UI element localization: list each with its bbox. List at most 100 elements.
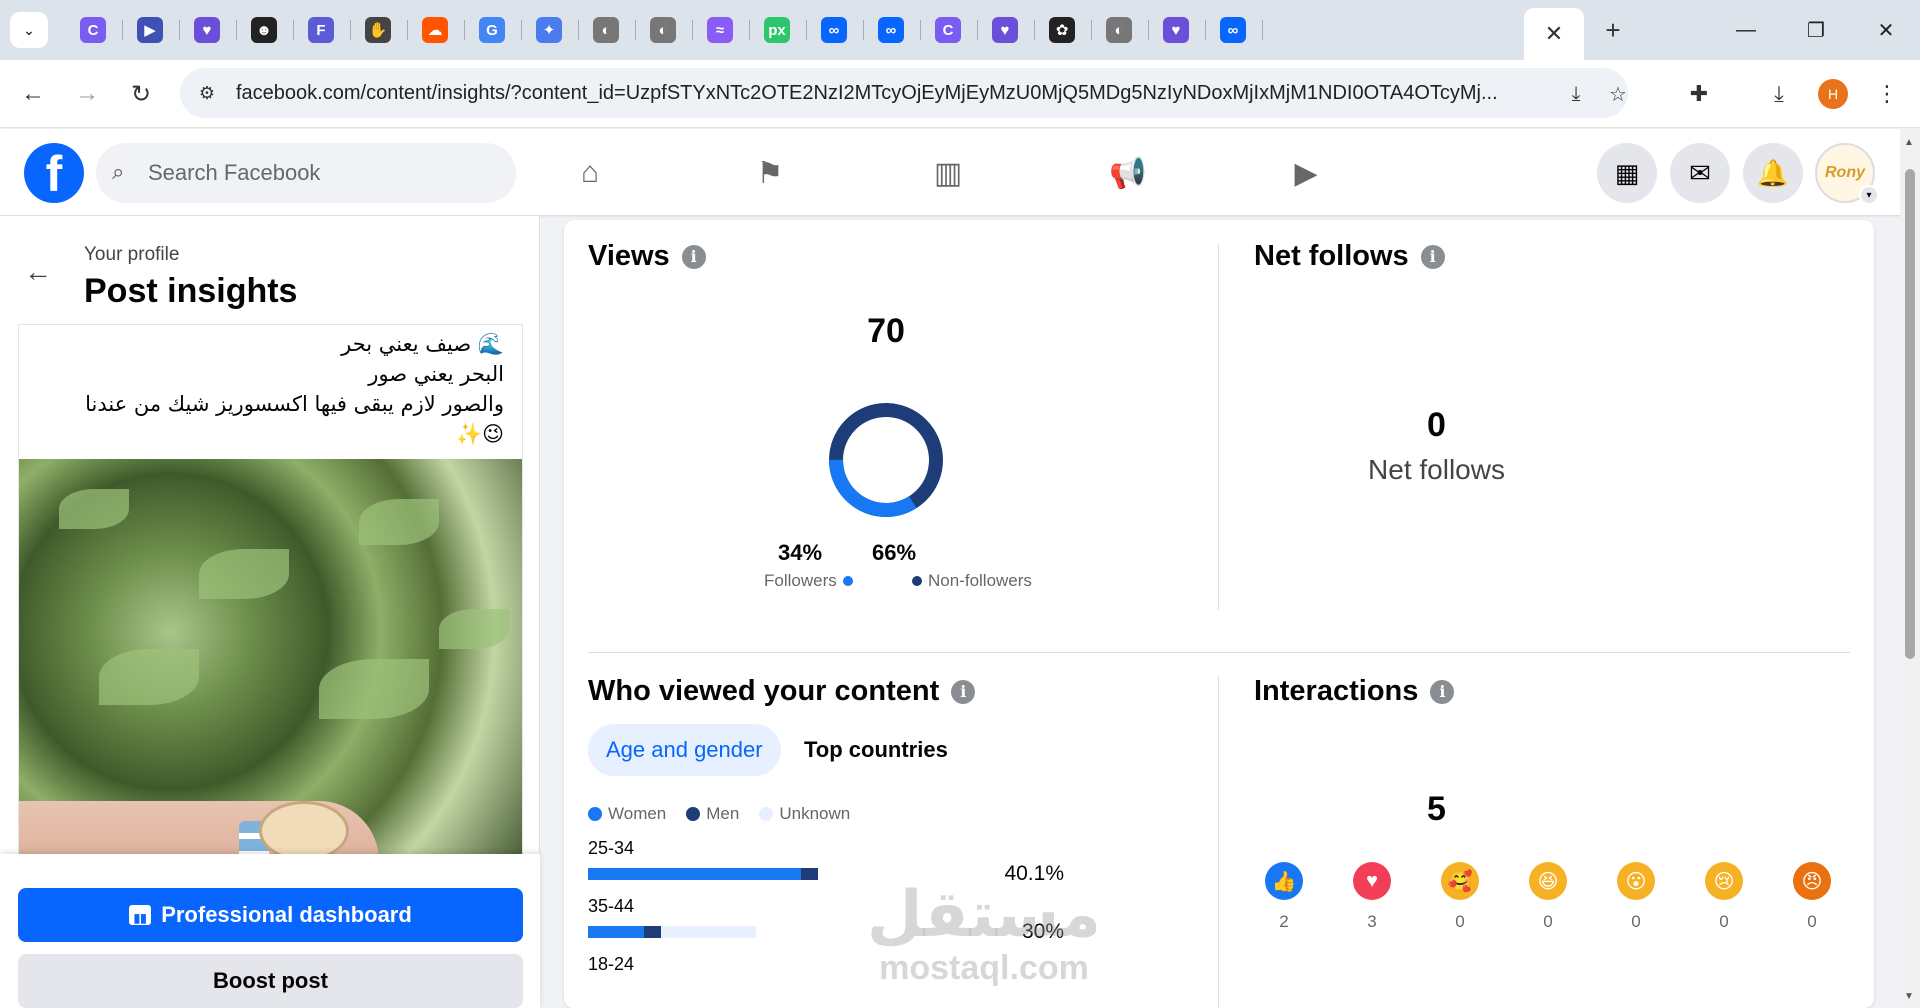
minimize-button[interactable]: — [1726,14,1766,46]
legend-women: Women [588,804,666,824]
info-icon[interactable]: i [1430,679,1455,704]
chatgpt-icon: ✿ [1049,17,1075,43]
browser-tab[interactable]: ✋ [351,10,408,50]
browser-tab[interactable]: ∞ [1206,10,1263,50]
tab-top-countries[interactable]: Top countries [786,724,966,776]
age-bar-men[interactable] [644,926,661,938]
post-caption: 🌊 صيف يعني بحر البحر يعني صور والصور لاز… [24,329,504,449]
site-settings-icon[interactable]: ⚙ [194,80,220,106]
reload-button[interactable]: ↻ [124,77,158,111]
reaction-item[interactable]: 😆 0 [1522,862,1574,932]
reaction-count: 0 [1455,912,1465,931]
chevron-down-icon[interactable]: ▾ [1859,185,1879,205]
browser-tab[interactable]: ✦ [522,10,579,50]
browser-tab[interactable]: ◐ [1092,10,1149,50]
account-avatar[interactable]: Rony ▾ [1815,143,1879,205]
browser-tab[interactable]: F [294,10,351,50]
browser-tab[interactable]: ≈ [693,10,750,50]
reaction-item[interactable]: 😠 0 [1786,862,1838,932]
tab-search-button[interactable]: ⌄ [10,12,48,48]
active-tab[interactable]: ✕ [1524,8,1584,60]
browser-tab[interactable]: ◐ [636,10,693,50]
breadcrumb[interactable]: Your profile [84,244,179,266]
views-total: 70 [867,312,905,350]
section-divider [588,652,1850,653]
professional-dashboard-label: Professional dashboard [161,902,412,927]
close-icon[interactable]: ✕ [1545,21,1563,47]
scroll-thumb[interactable] [1905,169,1915,659]
reaction-item[interactable]: ♥ 3 [1346,862,1398,932]
post-preview[interactable]: 🌊 صيف يعني بحر البحر يعني صور والصور لاز… [18,324,523,890]
ads-megaphone-icon[interactable]: 📢 [1098,149,1158,197]
restore-button[interactable]: ❐ [1796,14,1836,46]
reaction-item[interactable]: 😢 0 [1698,862,1750,932]
reaction-item[interactable]: 🥰 0 [1434,862,1486,932]
followers-percent: 34% [777,540,823,565]
browser-tab[interactable]: G [465,10,522,50]
browser-tab[interactable]: ✿ [1035,10,1092,50]
age-bar-women[interactable] [588,868,801,880]
haha-reaction-icon: 😆 [1529,862,1567,900]
browser-tab[interactable]: ∞ [807,10,864,50]
back-button[interactable]: ← [16,77,50,111]
facebook-logo[interactable]: f [24,143,84,203]
address-bar[interactable]: ⚙ facebook.com/content/insights/?content… [180,68,1628,118]
info-icon[interactable]: i [681,244,706,269]
new-tab-button[interactable]: + [1595,12,1631,48]
boost-post-button[interactable]: Boost post [18,954,523,1008]
browser-tab[interactable]: ♥ [978,10,1035,50]
heart-badge-icon: ♥ [992,17,1018,43]
age-bar-women[interactable] [588,926,644,938]
extensions-icon[interactable]: ✚ [1682,77,1716,111]
browser-tab[interactable]: px [750,10,807,50]
menu-grid-icon[interactable]: ▦ [1597,143,1657,203]
age-bar-men[interactable] [801,868,818,880]
stripes-icon: ≈ [707,17,733,43]
pages-flag-icon[interactable]: ⚑ [740,149,800,197]
scroll-up-arrow[interactable]: ▲ [1904,137,1914,148]
search-input[interactable] [148,155,488,191]
browser-tab[interactable]: ▶ [123,10,180,50]
close-window-button[interactable]: ✕ [1866,14,1906,46]
non-followers-percent: 66% [871,540,917,565]
age-bar-unknown[interactable] [661,926,756,938]
bookmark-star-icon[interactable]: ☆ [1604,80,1632,108]
forward-button[interactable]: → [70,77,104,111]
care-reaction-icon: 🥰 [1441,862,1479,900]
chevron-down-icon: ⌄ [23,21,35,38]
reaction-item[interactable]: 😮 0 [1610,862,1662,932]
browser-tab[interactable]: C [66,10,123,50]
search-box[interactable]: ⌕ [96,143,516,203]
back-arrow-icon[interactable]: ← [24,256,52,288]
page-scrollbar[interactable]: ▲ ▼ [1900,129,1920,1008]
browser-tab[interactable]: ☻ [237,10,294,50]
insights-icon[interactable]: ▥ [918,149,978,197]
tab-separator [1262,20,1263,40]
browser-tab[interactable]: ☁ [408,10,465,50]
notifications-bell-icon[interactable]: 🔔 [1743,143,1803,203]
browser-menu-icon[interactable]: ⋮ [1870,77,1904,111]
install-app-icon[interactable]: ⤓ [1562,80,1590,108]
globe-icon: ◐ [1106,17,1132,43]
url-text[interactable]: facebook.com/content/insights/?content_i… [236,82,1536,105]
post-insights-sidebar: ← Your profile Post insights 🌊 صيف يعني … [0,216,540,1008]
browser-tab[interactable]: ∞ [864,10,921,50]
info-icon[interactable]: i [951,679,976,704]
scroll-down-arrow[interactable]: ▼ [1904,991,1914,1002]
browser-tab[interactable]: C [921,10,978,50]
browser-tab[interactable]: ♥ [1149,10,1206,50]
reaction-item[interactable]: 👍 2 [1258,862,1310,932]
robot-icon: ☻ [251,17,277,43]
profile-avatar[interactable]: H [1818,79,1848,109]
tab-age-and-gender[interactable]: Age and gender [588,724,781,776]
info-icon[interactable]: i [1420,244,1445,269]
professional-dashboard-button[interactable]: ▮▮ Professional dashboard [18,888,523,942]
downloads-icon[interactable]: ⤓ [1762,77,1796,111]
non-followers-label: Non-followers [928,571,1032,590]
video-icon[interactable]: ▶ [1276,149,1336,197]
messenger-icon[interactable]: ✉ [1670,143,1730,203]
browser-tab[interactable]: ♥ [180,10,237,50]
browser-tab[interactable]: ◐ [579,10,636,50]
post-photo[interactable] [19,459,522,889]
home-icon[interactable]: ⌂ [560,149,620,197]
